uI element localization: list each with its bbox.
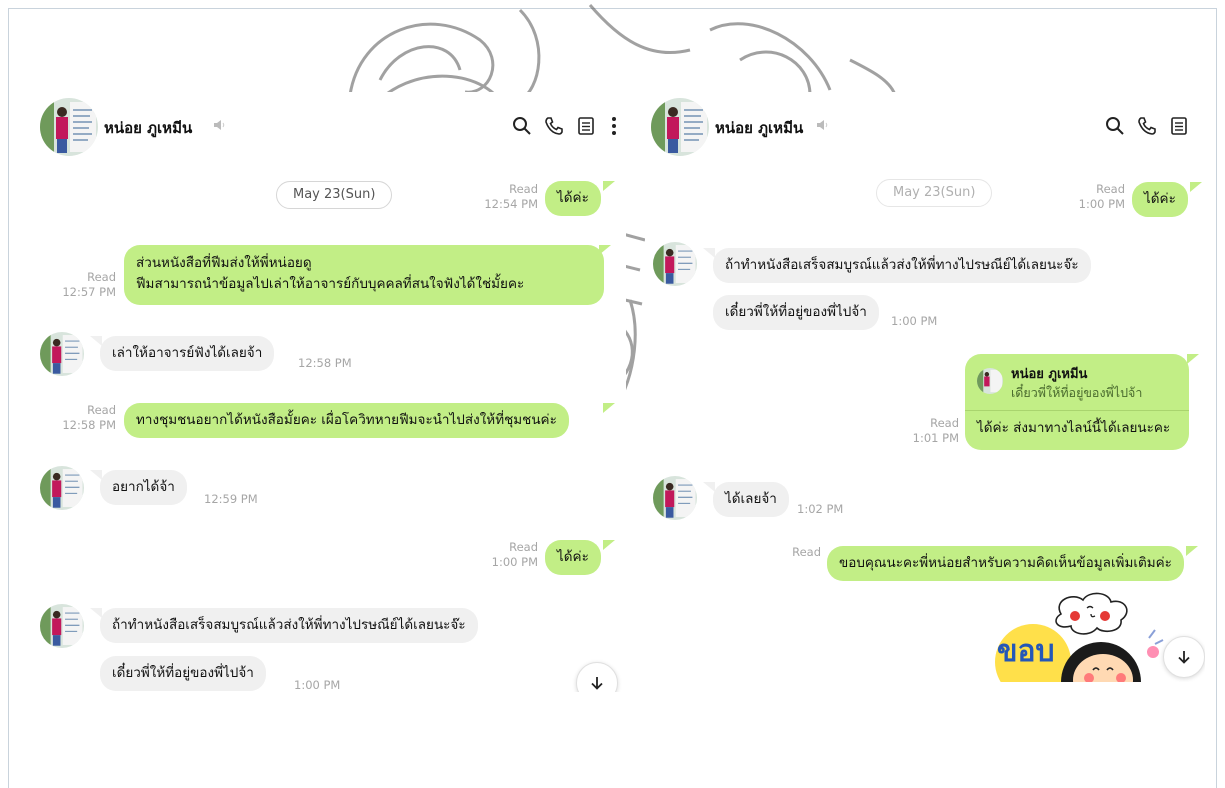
bubble-tail (703, 482, 715, 492)
speaker-icon[interactable] (212, 118, 226, 132)
sticker-text: ขอบ (997, 634, 1055, 669)
contact-avatar[interactable] (40, 604, 84, 648)
outgoing-message[interactable]: ขอบคุณนะคะพี่หน่อยสำหรับความคิดเห็นข้อมู… (827, 546, 1184, 581)
incoming-message[interactable]: เดี๋ยวพี่ให้ที่อยู่ของพี่ไปจ้า (713, 295, 879, 330)
sticker[interactable]: ขอบ (991, 592, 1191, 682)
message-meta: Read (792, 545, 821, 559)
message-meta: Read 12:54 PM (484, 182, 538, 211)
message-meta: Read 1:01 PM (912, 416, 959, 445)
message-time: 1:00 PM (294, 678, 341, 692)
message-time: 1:02 PM (797, 502, 844, 516)
bubble-tail (90, 608, 102, 618)
incoming-message[interactable]: เล่าให้อาจารย์ฟังได้เลยจ้า (100, 336, 275, 371)
notes-icon[interactable] (570, 110, 602, 142)
incoming-message[interactable]: ถ้าทำหนังสือเสร็จสมบูรณ์แล้วส่งให้พี่ทาง… (100, 608, 478, 643)
incoming-message[interactable]: ถ้าทำหนังสือเสร็จสมบูรณ์แล้วส่งให้พี่ทาง… (713, 248, 1091, 283)
bubble-tail (1190, 182, 1202, 192)
outgoing-message[interactable]: ได้ค่ะ (545, 540, 601, 575)
reply-text: ได้ค่ะ ส่งมาทางไลน์นี้ได้เลยนะคะ (977, 420, 1171, 436)
quoted-message[interactable]: หน่อย ภูเหมีน เดี๋ยวพี่ให้ที่อยู่ของพี่ไ… (977, 362, 1177, 408)
phone-icon[interactable] (1131, 110, 1163, 142)
contact-name[interactable]: หน่อย ภูเหมีน (715, 116, 803, 140)
outgoing-message[interactable]: ส่วนหนังสือที่ฟีมส่งให้พี่หน่อยดู ฟีมสาม… (124, 245, 604, 305)
bubble-tail (1187, 354, 1199, 364)
date-divider: May 23(Sun) (276, 181, 393, 209)
bubble-tail (90, 336, 102, 346)
chat-header: หน่อย ภูเหมีน (645, 92, 1205, 162)
phone-icon[interactable] (538, 110, 570, 142)
search-icon[interactable] (1099, 110, 1131, 142)
message-meta: Read 12:57 PM (62, 270, 116, 299)
contact-avatar[interactable] (40, 98, 98, 156)
chat-panel-right: หน่อย ภูเหมีน May 23(Sun) Read 1:00 PM ได… (645, 92, 1205, 682)
incoming-message[interactable]: ได้เลยจ้า (713, 482, 789, 517)
divider (965, 410, 1189, 411)
message-meta: Read 1:00 PM (1078, 182, 1125, 211)
contact-avatar[interactable] (40, 332, 84, 376)
bubble-tail (603, 540, 615, 550)
notes-icon[interactable] (1163, 110, 1195, 142)
bubble-tail (599, 245, 611, 255)
contact-avatar[interactable] (40, 466, 84, 510)
more-icon[interactable] (1195, 110, 1205, 142)
arrow-down-icon (1178, 651, 1190, 664)
outgoing-message[interactable]: ได้ค่ะ (545, 181, 601, 216)
chat-header: หน่อย ภูเหมีน (36, 92, 626, 162)
more-icon[interactable] (602, 110, 626, 142)
bubble-tail (603, 403, 615, 413)
contact-name[interactable]: หน่อย ภูเหมีน (104, 116, 192, 140)
bubble-tail (90, 470, 102, 480)
bubble-tail (703, 248, 715, 258)
date-divider: May 23(Sun) (876, 179, 993, 207)
message-meta: Read 12:58 PM (62, 403, 116, 432)
contact-avatar[interactable] (653, 242, 697, 286)
message-time: 12:58 PM (298, 356, 352, 370)
contact-avatar[interactable] (651, 98, 709, 156)
outgoing-message[interactable]: ทางชุมชนอยากได้หนังสือมั้ยคะ เผื่อโควิทห… (124, 403, 569, 438)
message-meta: Read 1:00 PM (491, 540, 538, 569)
scroll-to-bottom-button[interactable] (1163, 636, 1205, 678)
reply-message[interactable]: หน่อย ภูเหมีน เดี๋ยวพี่ให้ที่อยู่ของพี่ไ… (965, 354, 1189, 450)
arrow-down-icon (591, 677, 603, 690)
incoming-message[interactable]: เดี๋ยวพี่ให้ที่อยู่ของพี่ไปจ้า (100, 656, 266, 691)
search-icon[interactable] (506, 110, 538, 142)
quoted-avatar (977, 368, 1003, 401)
scroll-to-bottom-button[interactable] (576, 662, 618, 692)
message-time: 12:59 PM (204, 492, 258, 506)
incoming-message[interactable]: อยากได้จ้า (100, 470, 187, 505)
quoted-text: เดี๋ยวพี่ให้ที่อยู่ของพี่ไปจ้า (1011, 385, 1143, 400)
contact-avatar[interactable] (653, 476, 697, 520)
bubble-tail (1186, 546, 1198, 556)
bubble-tail (603, 181, 615, 191)
chat-panel-left: หน่อย ภูเหมีน May 23(Sun) Read 12:54 PM ไ… (36, 92, 626, 692)
speaker-icon[interactable] (815, 118, 829, 132)
message-time: 1:00 PM (891, 314, 938, 328)
outgoing-message[interactable]: ได้ค่ะ (1132, 182, 1188, 217)
